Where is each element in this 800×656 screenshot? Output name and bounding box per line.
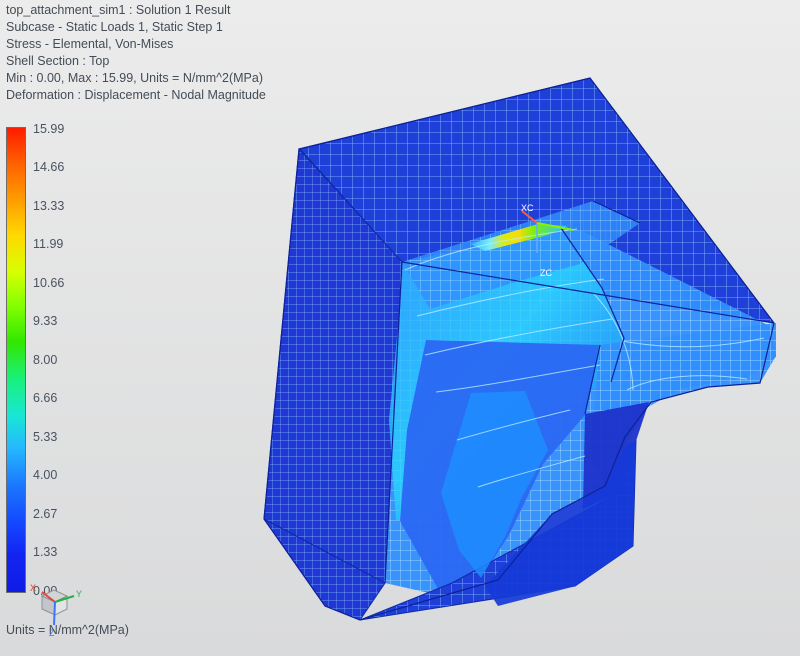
legend-tick-5-33: 5.33 — [33, 430, 58, 444]
legend-tick-11-99: 11.99 — [33, 237, 64, 251]
legend-colorbar — [6, 127, 26, 593]
zc-label: ZC — [540, 268, 552, 278]
header-line-stress: Stress - Elemental, Von-Mises — [6, 37, 174, 51]
legend-tick-8-00: 8.00 — [33, 353, 58, 367]
triad-x-label: X — [30, 583, 36, 593]
legend-tick-9-33: 9.33 — [33, 314, 58, 328]
result-header: top_attachment_sim1 : Solution 1 Result … — [6, 2, 266, 104]
legend-units: Units = N/mm^2(MPa) — [6, 623, 129, 637]
legend-tick-2-67: 2.67 — [33, 507, 58, 521]
legend-tick-6-66: 6.66 — [33, 391, 58, 405]
xc-label: XC — [521, 203, 534, 213]
legend-tick-4-00: 4.00 — [33, 468, 58, 482]
legend-tick-15-99: 15.99 — [33, 122, 65, 136]
header-line-section: Shell Section : Top — [6, 54, 110, 68]
header-line-range: Min : 0.00, Max : 15.99, Units = N/mm^2(… — [6, 71, 263, 85]
legend-tick-13-33: 13.33 — [33, 199, 65, 213]
legend-tick-1-33: 1.33 — [33, 545, 58, 559]
triad-y-label: Y — [76, 589, 82, 599]
legend-tick-10-66: 10.66 — [33, 276, 65, 290]
legend-tick-14-66: 14.66 — [33, 160, 65, 174]
header-line-subcase: Subcase - Static Loads 1, Static Step 1 — [6, 20, 223, 34]
header-line-title: top_attachment_sim1 : Solution 1 Result — [6, 3, 231, 17]
stress-legend[interactable]: 15.99 14.66 13.33 11.99 10.66 9.33 8.00 … — [6, 122, 146, 598]
header-line-deformation: Deformation : Displacement - Nodal Magni… — [6, 88, 266, 102]
